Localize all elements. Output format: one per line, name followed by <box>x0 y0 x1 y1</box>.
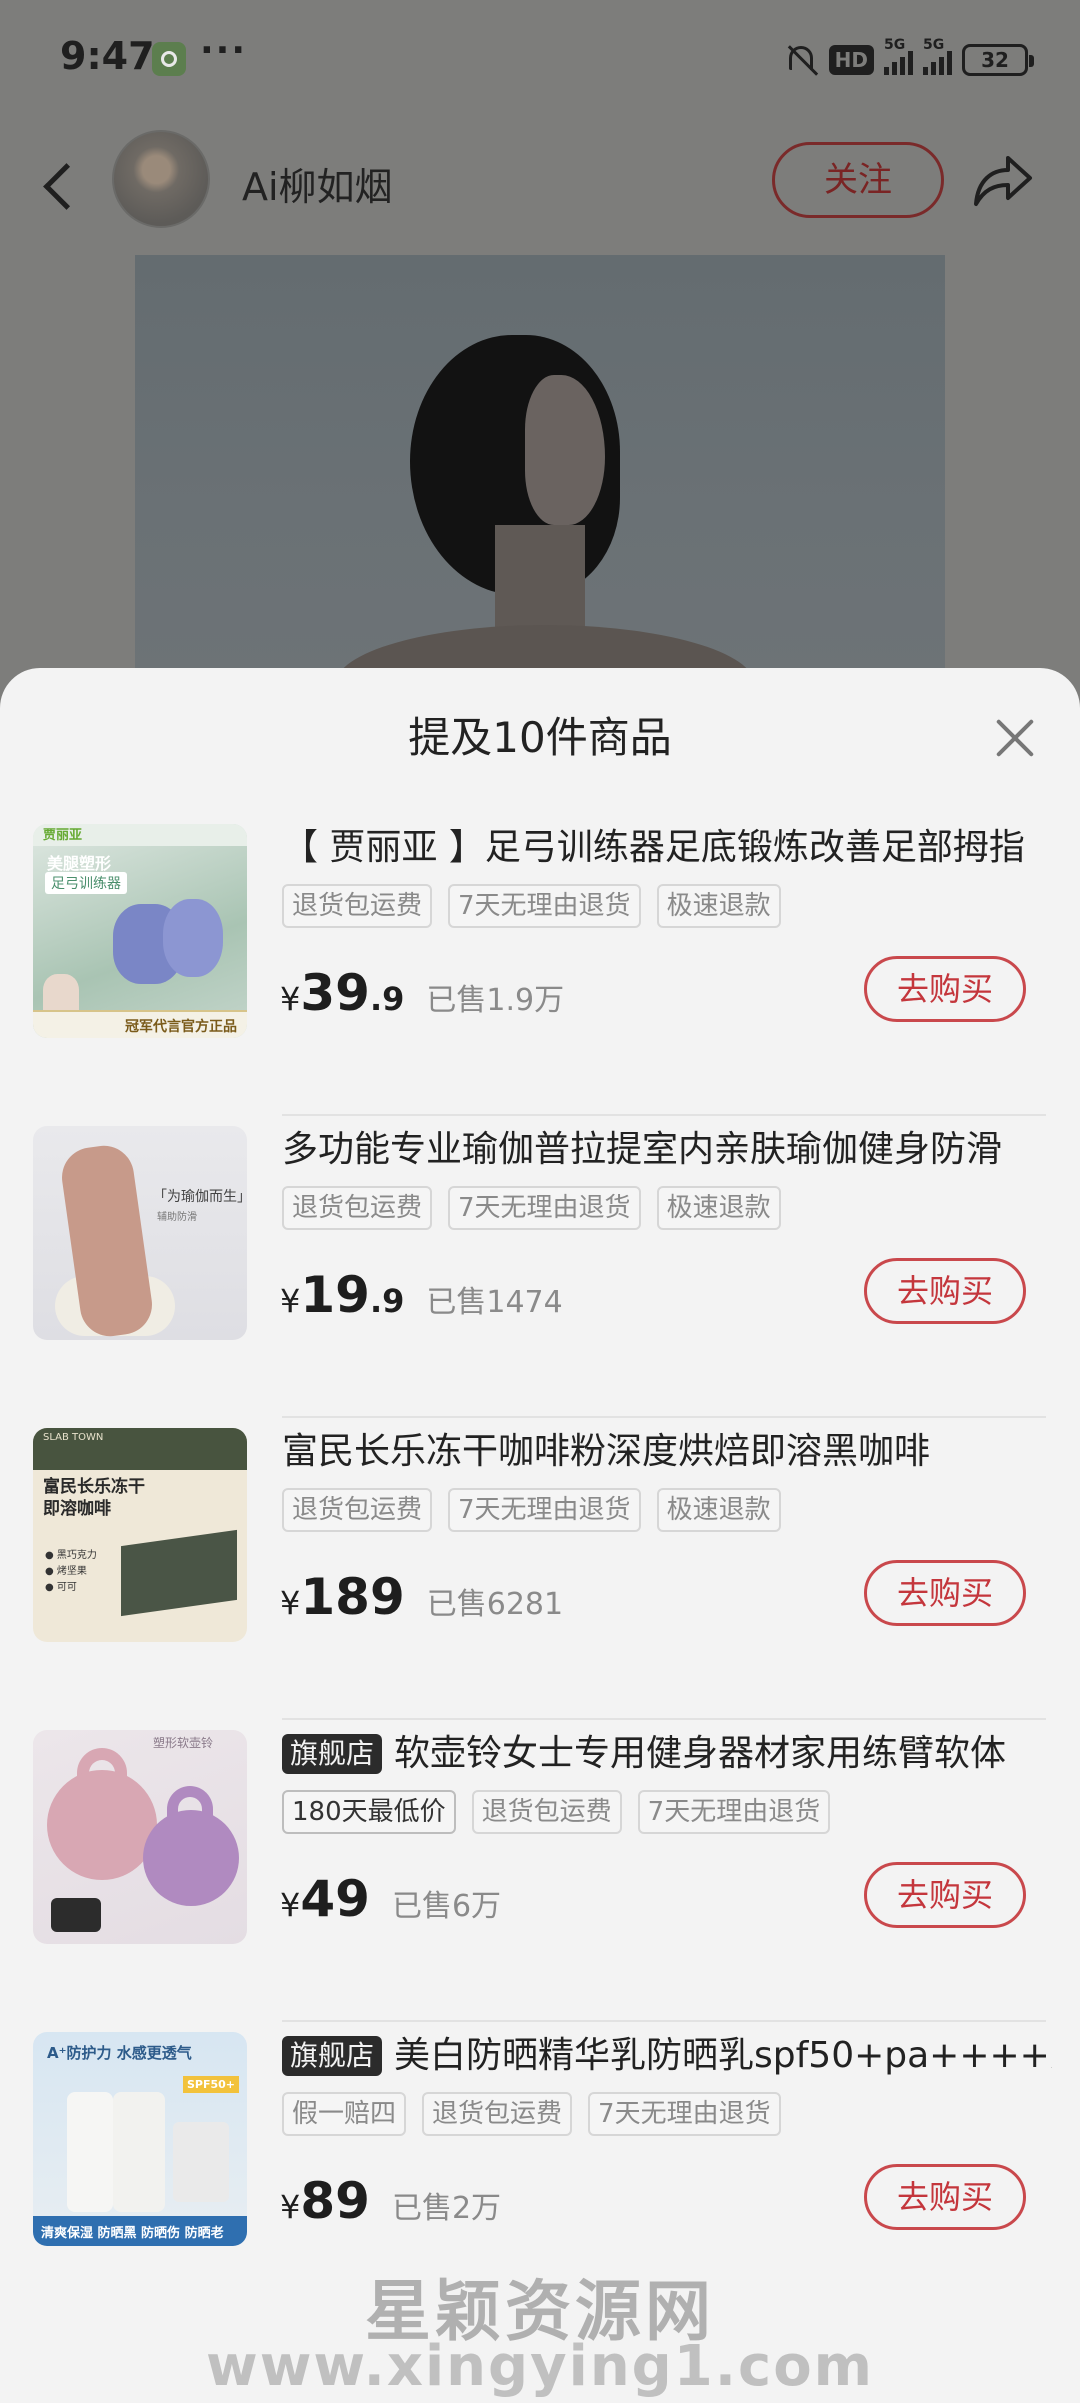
close-icon[interactable] <box>988 712 1040 764</box>
product-list: 贾丽亚 美腿塑形 足弓训练器 冠军代言官方正品 【 贾丽亚 】足弓训练器足底锻炼… <box>0 814 1080 2324</box>
share-icon[interactable] <box>970 150 1034 210</box>
product-title[interactable]: 【 贾丽亚 】足弓训练器足底锻炼改善足部拇指 <box>282 824 1052 872</box>
tag: 退货包运费 <box>282 1186 433 1230</box>
product-price: ¥39.9 已售1.9万 <box>280 964 565 1022</box>
hd-badge: HD <box>828 45 874 75</box>
signal-icon-2: 5G <box>923 37 952 75</box>
product-price: ¥189 已售6281 <box>280 1568 564 1626</box>
product-price: ¥89 已售2万 <box>280 2172 502 2230</box>
product-title[interactable]: 旗舰店 美白防晒精华乳防晒乳spf50+pa++++女 <box>282 2032 1052 2080</box>
tag: 极速退款 <box>656 884 781 928</box>
follow-button[interactable]: 关注 <box>772 142 944 218</box>
tag: 退货包运费 <box>282 1488 433 1532</box>
sold-count: 已售1474 <box>426 1285 563 1320</box>
post-header: Ai柳如烟 关注 <box>0 120 1080 260</box>
sheet-title: 提及10件商品 <box>408 713 672 762</box>
product-title[interactable]: 旗舰店 软壶铃女士专用健身器材家用练臂软体 <box>282 1730 1052 1778</box>
more-notifications-icon: ··· <box>200 30 248 71</box>
product-item[interactable]: 塑形软壶铃 旗舰店 软壶铃女士专用健身器材家用练臂软体 180天最低价 退货包运费… <box>0 1720 1080 2022</box>
tag: 假一赔四 <box>282 2092 407 2136</box>
tag: 退货包运费 <box>282 884 433 928</box>
status-time: 9:47 <box>60 34 155 78</box>
tag: 7天无理由退货 <box>637 1790 831 1834</box>
product-thumbnail[interactable]: A⁺防护力 水感更透气 SPF50+ 清爽保湿 防晒黑 防晒伤 防晒老 <box>33 2032 247 2246</box>
bell-off-icon <box>783 42 819 78</box>
signal-icon: 5G <box>884 37 913 75</box>
product-price: ¥49 已售6万 <box>280 1870 502 1928</box>
products-sheet: 提及10件商品 贾丽亚 美腿塑形 足弓训练器 冠军代言官方正品 【 贾丽亚 】足… <box>0 668 1080 2403</box>
battery-icon: 32 <box>962 44 1034 76</box>
product-thumbnail[interactable]: SLAB TOWN 富民长乐冻干 即溶咖啡 ● 黑巧克力 ● 烤坚果 ● 可可 <box>33 1428 247 1642</box>
product-title[interactable]: 多功能专业瑜伽普拉提室内亲肤瑜伽健身防滑 <box>282 1126 1052 1174</box>
buy-button[interactable]: 去购买 <box>864 1560 1026 1626</box>
buy-button[interactable]: 去购买 <box>864 2164 1026 2230</box>
tag: 退货包运费 <box>471 1790 622 1834</box>
tag: 7天无理由退货 <box>588 2092 781 2136</box>
product-tags: 180天最低价 退货包运费 7天无理由退货 <box>282 1790 831 1834</box>
product-thumbnail[interactable]: 塑形软壶铃 <box>33 1730 247 1944</box>
buy-button[interactable]: 去购买 <box>864 956 1026 1022</box>
product-item[interactable]: 「为瑜伽而生」 辅助防滑 多功能专业瑜伽普拉提室内亲肤瑜伽健身防滑 退货包运费 … <box>0 1116 1080 1418</box>
product-title[interactable]: 富民长乐冻干咖啡粉深度烘焙即溶黑咖啡 <box>282 1428 1052 1476</box>
tag: 180天最低价 <box>282 1790 456 1834</box>
tag: 7天无理由退货 <box>448 1186 641 1230</box>
product-thumbnail[interactable]: 贾丽亚 美腿塑形 足弓训练器 冠军代言官方正品 <box>33 824 247 1038</box>
watermark-url: www.xingying1.com <box>205 2334 875 2399</box>
author-name[interactable]: Ai柳如烟 <box>242 156 393 211</box>
product-tags: 假一赔四 退货包运费 7天无理由退货 <box>282 2092 781 2136</box>
settings-notification-icon <box>152 42 186 76</box>
product-price: ¥19.9 已售1474 <box>280 1266 563 1324</box>
avatar[interactable] <box>112 130 210 228</box>
status-bar: 9:47 ··· HD 5G 5G 32 <box>0 0 1080 120</box>
status-icons: HD 5G 5G 32 <box>783 37 1034 80</box>
product-item[interactable]: SLAB TOWN 富民长乐冻干 即溶咖啡 ● 黑巧克力 ● 烤坚果 ● 可可 富… <box>0 1418 1080 1720</box>
sold-count: 已售6万 <box>391 1889 502 1924</box>
product-item[interactable]: 贾丽亚 美腿塑形 足弓训练器 冠军代言官方正品 【 贾丽亚 】足弓训练器足底锻炼… <box>0 814 1080 1116</box>
flagship-store-badge: 旗舰店 <box>282 2036 383 2076</box>
product-tags: 退货包运费 7天无理由退货 极速退款 <box>282 1488 781 1532</box>
post-photo[interactable] <box>135 255 945 675</box>
product-thumbnail[interactable]: 「为瑜伽而生」 辅助防滑 <box>33 1126 247 1340</box>
sold-count: 已售1.9万 <box>426 983 565 1018</box>
sold-count: 已售2万 <box>391 2191 502 2226</box>
tag: 退货包运费 <box>422 2092 573 2136</box>
buy-button[interactable]: 去购买 <box>864 1862 1026 1928</box>
sold-count: 已售6281 <box>426 1587 564 1622</box>
flagship-store-badge: 旗舰店 <box>282 1734 383 1774</box>
product-tags: 退货包运费 7天无理由退货 极速退款 <box>282 884 781 928</box>
buy-button[interactable]: 去购买 <box>864 1258 1026 1324</box>
tag: 7天无理由退货 <box>448 1488 641 1532</box>
back-icon[interactable] <box>38 156 78 216</box>
product-tags: 退货包运费 7天无理由退货 极速退款 <box>282 1186 781 1230</box>
tag: 7天无理由退货 <box>448 884 641 928</box>
tag: 极速退款 <box>656 1186 781 1230</box>
tag: 极速退款 <box>656 1488 781 1532</box>
